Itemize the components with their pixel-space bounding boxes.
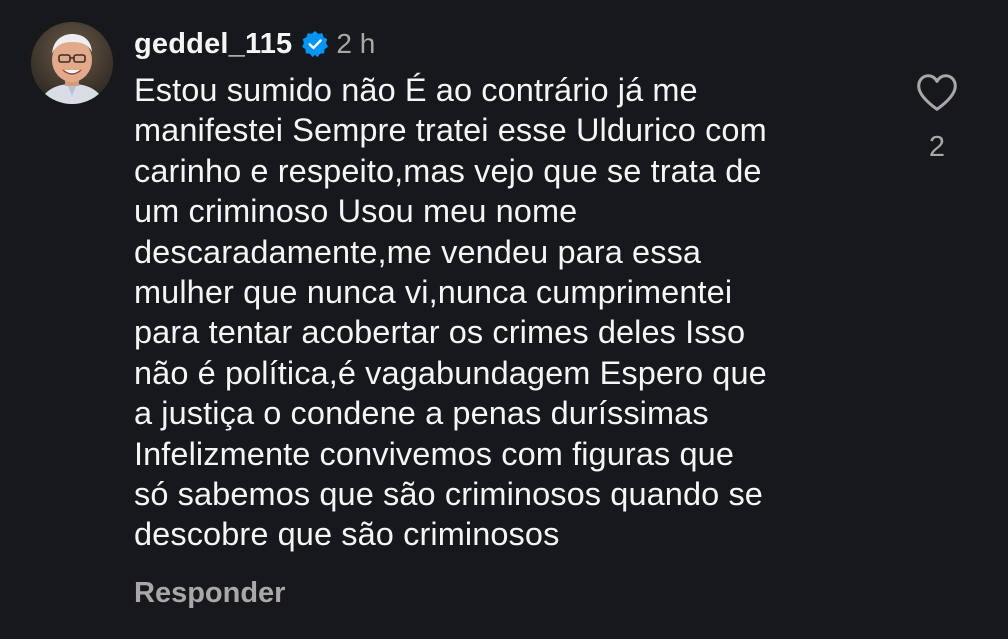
avatar-photo [31,22,113,104]
comment-item: geddel_115 2 h Estou sumido não É ao con… [0,0,1008,639]
like-count: 2 [928,131,946,163]
comment-text: Estou sumido não É ao contrário já me ma… [134,72,767,553]
username[interactable]: geddel_115 [134,28,292,61]
avatar[interactable] [31,22,113,104]
verified-badge-icon [301,30,329,58]
reply-button[interactable]: Responder [134,577,285,610]
comment-header: geddel_115 2 h [134,26,375,62]
timestamp: 2 h [336,28,376,59]
heart-outline-icon [917,74,957,111]
like-button[interactable] [914,70,960,116]
